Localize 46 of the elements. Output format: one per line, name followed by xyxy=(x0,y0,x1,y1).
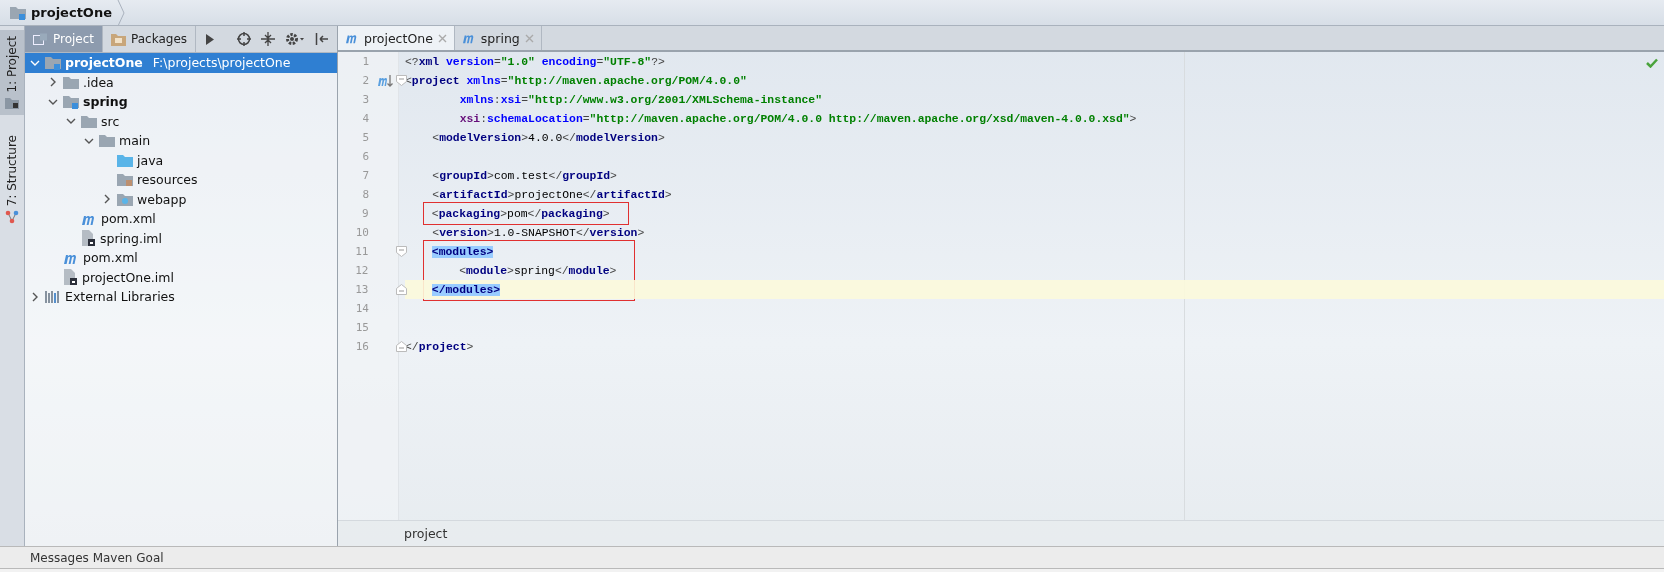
line-number: 16 xyxy=(354,339,369,355)
line-number: 14 xyxy=(354,301,369,317)
line-number: 3 xyxy=(361,92,369,108)
code-line: <packaging>pom</packaging> xyxy=(431,206,610,221)
tree-item[interactable]: spring.iml xyxy=(25,228,337,248)
line-number: 2 xyxy=(361,73,369,89)
editor-tab[interactable]: projectOne xyxy=(338,26,455,50)
line-number: 6 xyxy=(361,149,369,165)
line-number: 15 xyxy=(354,320,369,336)
line-number: 13 xyxy=(354,282,369,298)
tree-item[interactable]: src xyxy=(25,111,337,131)
line-number: 7 xyxy=(361,168,369,184)
tool-window-tab[interactable]: 7: Structure xyxy=(0,128,24,230)
tool-window-title[interactable]: Messages Maven Goal xyxy=(30,550,164,565)
line-number: 5 xyxy=(361,130,369,146)
code-line: <modelVersion>4.0.0</modelVersion> xyxy=(432,130,665,145)
tree-item[interactable]: projectOne.iml xyxy=(25,267,337,287)
tree-item[interactable]: projectOne F:\projects\projectOne xyxy=(25,53,337,73)
tree-item[interactable]: webapp xyxy=(25,189,337,209)
view-tab[interactable]: Packages xyxy=(103,26,197,52)
code-line: <?xml version="1.0" encoding="UTF-8"?> xyxy=(405,54,665,69)
tree-item[interactable]: spring xyxy=(25,92,337,112)
tree-item[interactable]: pom.xml xyxy=(25,209,337,229)
line-number: 11 xyxy=(354,244,369,260)
tree-item[interactable]: External Libraries xyxy=(25,287,337,307)
line-number: 12 xyxy=(354,263,369,279)
line-number: 8 xyxy=(361,187,369,203)
tree-item[interactable]: java xyxy=(25,150,337,170)
tool-window-tab[interactable]: 1: Project xyxy=(0,30,24,115)
line-number: 10 xyxy=(354,225,369,241)
breadcrumb-item[interactable]: project xyxy=(398,526,448,541)
line-number: 9 xyxy=(360,206,369,222)
code-line: <version>1.0-SNAPSHOT</version> xyxy=(432,225,645,240)
code-line: <groupId>com.test</groupId> xyxy=(432,168,617,183)
code-line: xmlns:xsi="http://www.w3.org/2001/XMLSchema-instance" xyxy=(459,92,822,107)
tree-item[interactable]: pom.xml xyxy=(25,248,337,268)
line-number: 1 xyxy=(361,54,369,70)
code-line: xsi:schemaLocation="http://maven.apache.org/POM/4.0.0 http://maven.apache.org/xsd/maven-4.0.0.xsd"> xyxy=(459,111,1137,126)
tree-item[interactable]: main xyxy=(25,131,337,151)
tree-item[interactable]: .idea xyxy=(25,72,337,92)
code-line: <module>spring</module> xyxy=(459,263,617,278)
line-number: 4 xyxy=(361,111,369,127)
breadcrumb-item[interactable]: projectOne xyxy=(31,5,112,20)
editor-tab[interactable]: spring xyxy=(454,26,542,50)
code-line: <artifactId>projectOne</artifactId> xyxy=(432,187,672,202)
tree-item[interactable]: resources xyxy=(25,170,337,190)
